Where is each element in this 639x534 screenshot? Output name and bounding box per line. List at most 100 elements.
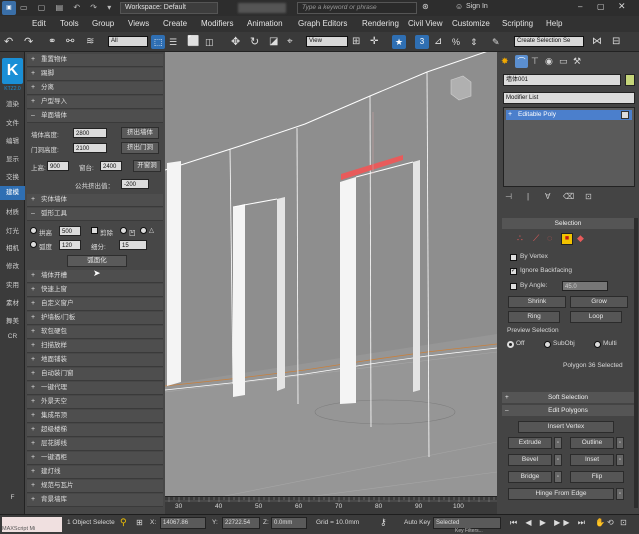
edit-polygons-rollout-header[interactable]: – Edit Polygons xyxy=(502,405,634,416)
tab-camera[interactable]: 相机 xyxy=(0,242,25,252)
menu-civil-view[interactable]: Civil View xyxy=(408,19,443,28)
hierarchy-tab-icon[interactable]: ⊤ xyxy=(531,56,539,67)
tool-row-detach[interactable]: + 分离 xyxy=(27,82,163,95)
maximize-button[interactable]: ▢ xyxy=(597,2,605,11)
configure-sets-icon[interactable]: ⊡ xyxy=(585,192,592,201)
minimize-button[interactable]: – xyxy=(578,2,582,11)
percent-snap-icon[interactable]: % xyxy=(452,35,466,49)
arc-input[interactable]: 120 xyxy=(59,240,81,250)
extrude-wall-button[interactable]: 挤出墙体 xyxy=(121,127,159,139)
inset-settings-icon[interactable]: ▫ xyxy=(616,454,624,466)
bridge-settings-icon[interactable]: ▫ xyxy=(554,471,562,483)
tool-row-quick-window[interactable]: + 快速上窗 xyxy=(27,284,163,297)
tool-row-wainscot[interactable]: + 护墙板/门板 xyxy=(27,312,163,325)
tab-exchange[interactable]: 交换 xyxy=(0,171,25,181)
tab-modify[interactable]: 修改 xyxy=(0,260,25,270)
pivot-icon[interactable]: ⊞ xyxy=(352,35,366,49)
window-crossing-icon[interactable]: ◫ xyxy=(205,35,219,49)
undo-icon[interactable]: ↶ xyxy=(4,35,18,49)
outline-button[interactable]: Outline xyxy=(570,437,614,449)
menu-graph-editors[interactable]: Graph Editors xyxy=(298,19,347,28)
tab-lights[interactable]: 灯光 xyxy=(0,225,25,235)
border-mode-icon[interactable]: ◌ xyxy=(547,233,552,243)
tool-row-auto-doors-windows[interactable]: + 自动装门窗 xyxy=(27,368,163,381)
modifier-stack[interactable]: + Editable Poly xyxy=(503,107,635,187)
tab-file[interactable]: 文件 xyxy=(0,117,25,127)
keyboard-shortcut-icon[interactable]: ★ xyxy=(392,35,406,49)
object-name-input[interactable]: 墙体001 xyxy=(503,74,621,86)
tab-f[interactable]: F xyxy=(0,494,25,501)
absolute-mode-icon[interactable]: ⊞ xyxy=(136,518,143,527)
place-icon[interactable]: ⌖ xyxy=(287,35,301,49)
angle-input[interactable]: 45.0 xyxy=(562,281,608,291)
arc-surface-button[interactable]: 弧面化 xyxy=(67,255,127,267)
reference-coordinate-dropdown[interactable]: View xyxy=(306,36,348,47)
close-button[interactable]: ✕ xyxy=(618,1,626,12)
display-tab-icon[interactable]: ▭ xyxy=(559,56,568,67)
move-icon[interactable]: ✥ xyxy=(231,35,245,49)
extrude-value-input[interactable]: -200 xyxy=(121,179,149,189)
viewcube[interactable] xyxy=(450,75,472,101)
tool-row-exterior-sky[interactable]: + 外景天空 xyxy=(27,396,163,409)
mirror-icon[interactable]: ⋈ xyxy=(592,35,606,49)
key-filters-label[interactable]: Key Filters... xyxy=(455,528,483,534)
remove-modifier-icon[interactable]: ⌫ xyxy=(563,192,574,201)
stack-item-editable-poly[interactable]: + Editable Poly xyxy=(506,110,632,120)
tool-row-feature-wall[interactable]: + 背景墙库 xyxy=(27,494,163,507)
tool-row-one-click-proxy[interactable]: + 一键代理 xyxy=(27,382,163,395)
loop-button[interactable]: Loop xyxy=(570,311,622,323)
door-height-input[interactable]: 2100 xyxy=(73,143,107,153)
modifier-list-dropdown[interactable]: Modifier List xyxy=(503,92,635,104)
tab-utility[interactable]: 实用 xyxy=(0,279,25,289)
sign-in-link[interactable]: Sign In xyxy=(466,3,488,10)
edit-named-selections-icon[interactable]: ✎ xyxy=(492,35,506,49)
bevel-settings-icon[interactable]: ▫ xyxy=(554,454,562,466)
workspace-dropdown[interactable]: Workspace: Default xyxy=(120,2,218,14)
menu-animation[interactable]: Animation xyxy=(247,19,283,28)
tool-row-custom-window[interactable]: + 自定义窗户 xyxy=(27,298,163,311)
y-coord-input[interactable]: 22722.54 xyxy=(222,517,260,529)
cut-checkbox[interactable] xyxy=(91,227,98,234)
perspective-viewport[interactable] xyxy=(165,52,497,496)
tool-row-soft-pack[interactable]: + 软包硬包 xyxy=(27,326,163,339)
maximize-viewport-icon[interactable]: ⊡ xyxy=(620,518,627,527)
menu-help[interactable]: Help xyxy=(546,19,562,28)
tool-row-light-line[interactable]: + 建灯线 xyxy=(27,466,163,479)
named-selection-set-dropdown[interactable]: Create Selection Se xyxy=(514,36,584,47)
menu-create[interactable]: Create xyxy=(163,19,187,28)
menu-scripting[interactable]: Scripting xyxy=(502,19,533,28)
arch-radio[interactable] xyxy=(30,227,37,234)
tab-assets[interactable]: 素材 xyxy=(0,297,25,307)
soft-selection-rollout-header[interactable]: + Soft Selection xyxy=(502,392,634,403)
extrude-door-button[interactable]: 挤出门洞 xyxy=(121,142,159,154)
show-end-result-icon[interactable]: | xyxy=(527,192,529,201)
key-mode-icon[interactable]: ⚷ xyxy=(380,517,387,528)
tool-row-solid-wall[interactable]: + 实体墙体 xyxy=(27,194,163,207)
menu-modifiers[interactable]: Modifiers xyxy=(201,19,233,28)
app-logo-icon[interactable]: ▣ xyxy=(2,1,16,15)
concave-radio[interactable] xyxy=(120,227,127,234)
tab-material[interactable]: 材质 xyxy=(0,206,25,216)
menu-edit[interactable]: Edit xyxy=(32,19,46,28)
by-vertex-checkbox[interactable] xyxy=(510,254,517,261)
pin-stack-icon[interactable]: ⊣ xyxy=(505,192,512,201)
snaps-toggle-icon[interactable]: 3 xyxy=(415,35,429,49)
redo-icon[interactable]: ↷ xyxy=(24,35,38,49)
link-icon[interactable]: ⚭ xyxy=(48,35,62,49)
stack-item-toggle[interactable] xyxy=(621,111,629,119)
menu-customize[interactable]: Customize xyxy=(452,19,490,28)
spinner-snap-icon[interactable]: ⇕ xyxy=(470,35,484,49)
tool-row-reset-object[interactable]: + 重置物体 xyxy=(27,54,163,67)
top-height-input[interactable]: 900 xyxy=(47,161,69,171)
window-sill-input[interactable]: 2400 xyxy=(100,161,122,171)
grow-button[interactable]: Grow xyxy=(570,296,628,308)
shrink-button[interactable]: Shrink xyxy=(508,296,566,308)
convex-radio[interactable] xyxy=(140,227,147,234)
scale-icon[interactable]: ◪ xyxy=(269,35,283,49)
open-window-button[interactable]: 开窗洞 xyxy=(133,160,161,172)
motion-tab-icon[interactable]: ◉ xyxy=(545,56,553,67)
x-coord-input[interactable]: 14067.86 xyxy=(160,517,206,529)
tool-row-sweep-loft[interactable]: + 扫描放样 xyxy=(27,340,163,353)
preview-off-radio[interactable] xyxy=(507,341,514,348)
object-color-swatch[interactable] xyxy=(625,74,635,86)
